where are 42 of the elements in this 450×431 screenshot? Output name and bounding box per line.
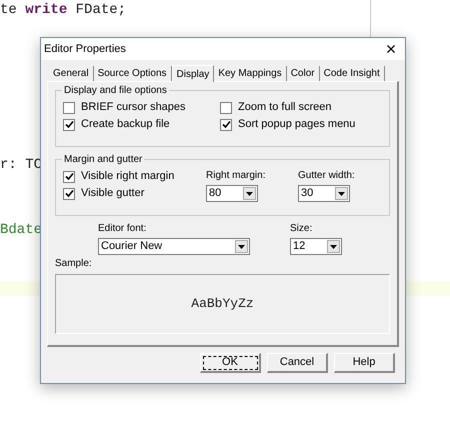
- checkbox-label: Create backup file: [81, 117, 170, 132]
- group-title: Margin and gutter: [62, 152, 144, 167]
- checkbox-label: Sort popup pages menu: [238, 117, 356, 132]
- field-label: Size:: [290, 222, 314, 236]
- dropdown[interactable]: 80: [206, 185, 258, 202]
- window-title: Editor Properties: [44, 42, 126, 57]
- dropdown-value: 80: [208, 186, 222, 202]
- sample-label: Sample:: [55, 257, 93, 271]
- checkbox[interactable]: [220, 102, 232, 114]
- dropdown-value: 30: [300, 186, 314, 202]
- code-line: te write FDate;: [0, 1, 126, 19]
- checkmark-icon: [64, 120, 74, 129]
- tab[interactable]: Color: [286, 66, 320, 81]
- tab[interactable]: Display: [172, 65, 214, 82]
- dropdown[interactable]: Courier New: [98, 238, 250, 255]
- checkbox[interactable]: [220, 118, 232, 130]
- tab[interactable]: Code Insight: [320, 66, 385, 81]
- dropdown-value: 12: [292, 239, 306, 254]
- checkbox[interactable]: [63, 188, 75, 200]
- dialog-button[interactable]: Cancel: [267, 353, 328, 373]
- checkbox-label: Visible gutter: [81, 186, 144, 202]
- checkbox[interactable]: [63, 118, 75, 130]
- field-label: Right margin:: [206, 169, 266, 183]
- checkbox-label: Zoom to full screen: [238, 100, 332, 116]
- checkmark-icon: [222, 120, 230, 129]
- checkbox[interactable]: [63, 170, 75, 182]
- close-button[interactable]: ×: [380, 39, 402, 59]
- tab[interactable]: General: [49, 66, 94, 81]
- code-line: Bdate: [0, 221, 42, 239]
- dropdown[interactable]: 12: [290, 238, 342, 255]
- dropdown[interactable]: 30: [298, 185, 350, 202]
- dropdown-value: Courier New: [100, 239, 164, 254]
- group-title: Display and file options: [62, 83, 169, 98]
- field-label: Editor font:: [98, 222, 148, 236]
- sample-text: AaBbYyZz: [191, 295, 254, 314]
- checkbox-label: BRIEF cursor shapes: [81, 100, 186, 116]
- field-label: Gutter width:: [298, 169, 355, 183]
- checkbox-label: Visible right margin: [81, 169, 174, 184]
- tab[interactable]: Key Mappings: [214, 66, 287, 81]
- dialog-button[interactable]: Help: [334, 353, 395, 373]
- checkbox[interactable]: [63, 102, 75, 114]
- dialog-button[interactable]: OK: [200, 353, 261, 373]
